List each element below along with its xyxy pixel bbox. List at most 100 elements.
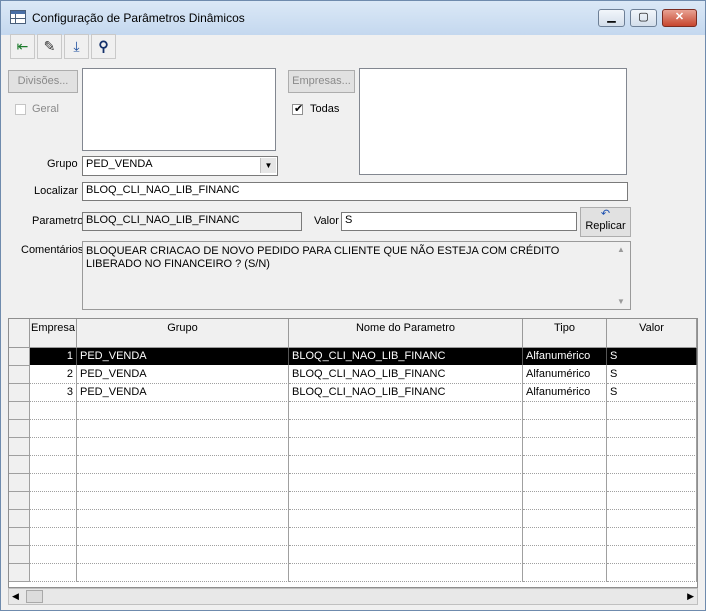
empty-row[interactable] — [9, 438, 697, 456]
empresas-button[interactable]: Empresas... — [288, 70, 355, 93]
exit-button[interactable]: ⇤ — [10, 34, 35, 59]
comentarios-memo[interactable]: BLOQUEAR CRIACAO DE NOVO PEDIDO PARA CLI… — [82, 241, 631, 310]
table-cell[interactable] — [77, 492, 289, 510]
table-cell[interactable] — [523, 456, 607, 474]
table-cell[interactable] — [289, 420, 523, 438]
row-indicator[interactable] — [9, 510, 30, 528]
table-cell[interactable] — [289, 546, 523, 564]
row-indicator[interactable] — [9, 492, 30, 510]
table-cell[interactable]: PED_VENDA — [77, 348, 289, 366]
geral-checkbox[interactable] — [15, 104, 26, 115]
table-cell[interactable] — [523, 438, 607, 456]
divisoes-list[interactable] — [82, 68, 276, 151]
table-cell[interactable] — [77, 402, 289, 420]
title-bar[interactable]: Configuração de Parâmetros Dinâmicos ▁ ▢… — [1, 1, 705, 35]
table-cell[interactable] — [30, 420, 77, 438]
row-indicator[interactable] — [9, 456, 30, 474]
row-indicator[interactable] — [9, 546, 30, 564]
table-cell[interactable]: 2 — [30, 366, 77, 384]
table-cell[interactable] — [77, 564, 289, 582]
table-cell[interactable] — [30, 564, 77, 582]
table-cell[interactable] — [77, 510, 289, 528]
empty-row[interactable] — [9, 510, 697, 528]
table-cell[interactable]: S — [607, 348, 697, 366]
table-cell[interactable] — [289, 528, 523, 546]
column-header-empresa[interactable]: Empresa — [30, 319, 77, 348]
empty-row[interactable] — [9, 456, 697, 474]
chevron-down-icon[interactable]: ▼ — [260, 158, 276, 173]
table-cell[interactable] — [77, 474, 289, 492]
column-header-valor[interactable]: Valor — [607, 319, 697, 348]
table-cell[interactable] — [30, 438, 77, 456]
scroll-up-icon[interactable]: ▲ — [613, 243, 629, 256]
empty-row[interactable] — [9, 402, 697, 420]
row-indicator[interactable] — [9, 402, 30, 420]
localizar-input[interactable]: BLOQ_CLI_NAO_LIB_FINANC — [82, 182, 628, 201]
empty-row[interactable] — [9, 420, 697, 438]
table-cell[interactable] — [30, 456, 77, 474]
row-indicator[interactable] — [9, 528, 30, 546]
todas-checkbox[interactable]: ✔ — [292, 103, 303, 115]
table-cell[interactable] — [77, 456, 289, 474]
row-indicator[interactable] — [9, 366, 30, 384]
table-cell[interactable]: PED_VENDA — [77, 384, 289, 402]
table-cell[interactable] — [30, 492, 77, 510]
row-indicator[interactable] — [9, 564, 30, 582]
grupo-dropdown[interactable]: PED_VENDA ▼ — [82, 156, 278, 176]
find-button[interactable]: ⚲ — [91, 34, 116, 59]
table-cell[interactable]: 3 — [30, 384, 77, 402]
table-cell[interactable] — [523, 510, 607, 528]
row-indicator[interactable] — [9, 348, 30, 366]
table-cell[interactable]: BLOQ_CLI_NAO_LIB_FINANC — [289, 384, 523, 402]
column-header-tipo[interactable]: Tipo — [523, 319, 607, 348]
empty-row[interactable] — [9, 492, 697, 510]
scroll-thumb[interactable] — [26, 590, 43, 603]
table-cell[interactable]: S — [607, 366, 697, 384]
divisoes-button[interactable]: Divisões... — [8, 70, 78, 93]
table-cell[interactable] — [607, 546, 697, 564]
table-cell[interactable] — [523, 402, 607, 420]
scroll-left-icon[interactable]: ◀ — [12, 589, 19, 604]
maximize-button[interactable]: ▢ — [630, 9, 657, 27]
table-cell[interactable] — [289, 438, 523, 456]
table-cell[interactable] — [77, 420, 289, 438]
table-cell[interactable] — [77, 546, 289, 564]
table-cell[interactable]: S — [607, 384, 697, 402]
table-cell[interactable] — [523, 492, 607, 510]
replicar-button[interactable]: ↶ Replicar — [580, 207, 631, 237]
table-cell[interactable] — [523, 420, 607, 438]
table-cell[interactable] — [30, 546, 77, 564]
save-button[interactable]: ⤓ — [64, 34, 89, 59]
minimize-button[interactable]: ▁ — [598, 9, 625, 27]
table-cell[interactable] — [77, 438, 289, 456]
row-indicator[interactable] — [9, 384, 30, 402]
table-cell[interactable] — [607, 474, 697, 492]
table-cell[interactable] — [523, 564, 607, 582]
table-cell[interactable] — [77, 528, 289, 546]
empty-row[interactable] — [9, 528, 697, 546]
table-cell[interactable]: BLOQ_CLI_NAO_LIB_FINANC — [289, 348, 523, 366]
empty-row[interactable] — [9, 474, 697, 492]
table-cell[interactable] — [607, 438, 697, 456]
horizontal-scrollbar[interactable]: ◀ ▶ — [8, 588, 698, 605]
table-cell[interactable] — [523, 546, 607, 564]
table-cell[interactable]: PED_VENDA — [77, 366, 289, 384]
table-cell[interactable] — [607, 402, 697, 420]
table-cell[interactable] — [607, 492, 697, 510]
table-cell[interactable] — [607, 420, 697, 438]
table-cell[interactable] — [607, 510, 697, 528]
scroll-down-icon[interactable]: ▼ — [613, 295, 629, 308]
empty-row[interactable] — [9, 546, 697, 564]
table-cell[interactable] — [30, 474, 77, 492]
table-cell[interactable] — [289, 474, 523, 492]
row-indicator[interactable] — [9, 438, 30, 456]
table-row[interactable]: 3 PED_VENDA BLOQ_CLI_NAO_LIB_FINANC Alfanum… — [9, 384, 697, 402]
column-header-nome-parametro[interactable]: Nome do Parametro — [289, 319, 523, 348]
table-cell[interactable] — [607, 564, 697, 582]
empty-row[interactable] — [9, 564, 697, 582]
table-cell[interactable] — [30, 402, 77, 420]
table-row[interactable]: 1 PED_VENDA BLOQ_CLI_NAO_LIB_FINANC Alfanum… — [9, 348, 697, 366]
table-cell[interactable] — [523, 528, 607, 546]
table-cell[interactable]: BLOQ_CLI_NAO_LIB_FINANC — [289, 366, 523, 384]
row-indicator[interactable] — [9, 420, 30, 438]
